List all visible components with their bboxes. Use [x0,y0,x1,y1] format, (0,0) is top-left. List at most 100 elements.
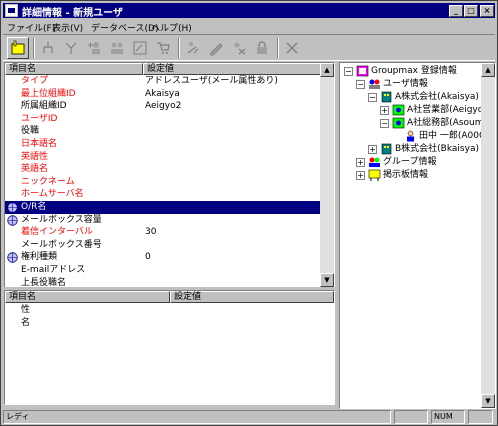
attribute-scrollbar[interactable]: ▲ ▼ [320,63,334,287]
status-text: レディ [3,410,391,424]
attribute-name: O/R名 [21,202,47,212]
attribute-row[interactable]: メールボックス番号 [5,239,321,252]
department-icon [392,104,405,116]
app-icon[interactable] [5,4,18,17]
menu-view[interactable]: 表示(V) [52,21,83,34]
main-window: 詳細情報 - 新規ユーザ _ □ × ファイル(F) 表示(V) データベース(… [0,0,498,426]
attribute-name: E-mailアドレス [21,265,86,275]
attribute-row[interactable]: メールボックス容量 [5,214,321,227]
attribute-row[interactable]: ユーザID [5,113,321,126]
user-group-icon[interactable] [106,37,128,59]
scroll-down-button[interactable]: ▼ [481,394,495,408]
globe-icon [7,202,18,213]
attribute-name: ホームサーバ名 [21,189,84,200]
attribute-row[interactable]: ニックネーム [5,176,321,189]
cut-user-icon[interactable] [182,37,204,59]
user-icon [404,130,417,142]
attribute-name: 最上位組織ID [21,88,76,99]
attribute-value: 30 [145,227,157,238]
bulletin-board-icon [368,169,381,181]
users-icon [368,78,381,90]
attribute-name: 着信インターバル [21,227,93,238]
num-lock-indicator: NUM [431,410,465,424]
collapse-icon[interactable]: − [380,119,389,128]
detail-header-value[interactable]: 設定値 [170,291,334,303]
scroll-up-button[interactable]: ▲ [320,63,334,77]
org-branch-icon[interactable] [60,37,82,59]
attribute-value: アドレスユーザ(メール属性あり) [145,76,278,86]
scroll-down-button[interactable]: ▼ [320,273,334,287]
collapse-icon[interactable]: − [368,93,377,102]
expand-icon[interactable]: + [380,106,389,115]
org-tree-icon[interactable] [37,37,59,59]
status-panel-empty [394,410,428,424]
collapse-icon[interactable]: − [356,80,365,89]
attribute-name: ユーザID [21,113,58,124]
cancel-icon[interactable] [281,37,303,59]
attribute-row[interactable]: O/R名 [5,201,321,214]
detail-row[interactable]: 性 [5,304,321,317]
menu-file[interactable]: ファイル(F) [7,21,55,34]
attribute-name: メールボックス番号 [21,239,102,250]
new-folder-icon[interactable] [7,37,29,59]
column-header-value[interactable]: 設定値 [143,63,321,75]
building-icon [380,143,393,155]
menu-bar: ファイル(F) 表示(V) データベース(D) ヘルプ(H) [3,19,495,34]
expand-icon[interactable]: + [356,158,365,167]
detail-row[interactable]: 名 [5,317,321,330]
maximize-button[interactable]: □ [464,5,478,17]
collapse-icon[interactable]: − [344,67,353,76]
attribute-row[interactable]: 最上位組織ID Akaisya [5,88,321,101]
toolbar [3,34,495,61]
menu-help[interactable]: ヘルプ(H) [151,21,192,34]
status-bar: レディ NUM [3,409,495,425]
lock-icon[interactable] [251,37,273,59]
attribute-row[interactable]: ホームサーバ名 [5,188,321,201]
attribute-row[interactable]: E-mailアドレス [5,264,321,277]
attribute-name: 権利種類 [21,252,58,263]
attribute-value: Aeigyo2 [145,101,182,112]
attribute-row[interactable]: 権利種類 0 [5,251,321,264]
globe-icon [7,214,18,226]
group-icon [368,156,381,168]
minimize-button[interactable]: _ [449,5,463,17]
attribute-row[interactable]: 英語性 [5,151,321,164]
attribute-name: 英語名 [21,164,49,175]
attribute-name: メールボックス容量 [21,214,102,225]
attribute-row[interactable]: タイプ アドレスユーザ(メール属性あり) [5,75,321,88]
column-header-name[interactable]: 項目名 [5,63,143,75]
expand-icon[interactable]: + [356,171,365,180]
attribute-row[interactable]: 着信インターバル 30 [5,226,321,239]
window-title: 詳細情報 - 新規ユーザ [22,8,123,19]
attribute-value: 0 [145,252,151,263]
building-icon [380,91,393,103]
attribute-name: 役職 [21,126,40,137]
attribute-name: 日本語名 [21,139,58,149]
globe-icon [7,252,18,264]
attribute-row[interactable]: 役職 [5,125,321,138]
edit-sheet-icon[interactable] [129,37,151,59]
attribute-list: 項目名 設定値 タイプ アドレスユーザ(メール属性あり) 最上位組織ID Akaisy… [4,62,335,288]
attribute-value: Akaisya [145,88,180,99]
attribute-name: 所属組織ID [21,101,67,112]
tree-scrollbar[interactable]: ▲ ▼ [481,63,495,408]
attribute-name: 英語性 [21,151,49,162]
add-user-icon[interactable] [83,37,105,59]
scroll-up-button[interactable]: ▲ [481,63,495,77]
cart-icon[interactable] [152,37,174,59]
modify-icon[interactable] [205,37,227,59]
attribute-name: ニックネーム [21,176,75,187]
department-icon [392,117,405,129]
status-panel-scroll [468,410,493,424]
delete-user-icon[interactable] [228,37,250,59]
attribute-row[interactable]: 所属組織ID Aeigyo2 [5,100,321,113]
database-icon [356,65,369,77]
attribute-row[interactable]: 日本語名 [5,138,321,151]
attribute-row[interactable]: 英語名 [5,163,321,176]
expand-icon[interactable]: + [368,145,377,154]
title-bar[interactable]: 詳細情報 - 新規ユーザ _ □ × [3,3,495,19]
menu-database[interactable]: データベース(D) [91,21,159,34]
detail-list: 項目名 設定値 性 名 [4,290,335,405]
detail-header-name[interactable]: 項目名 [5,291,170,303]
close-button[interactable]: × [480,5,494,17]
